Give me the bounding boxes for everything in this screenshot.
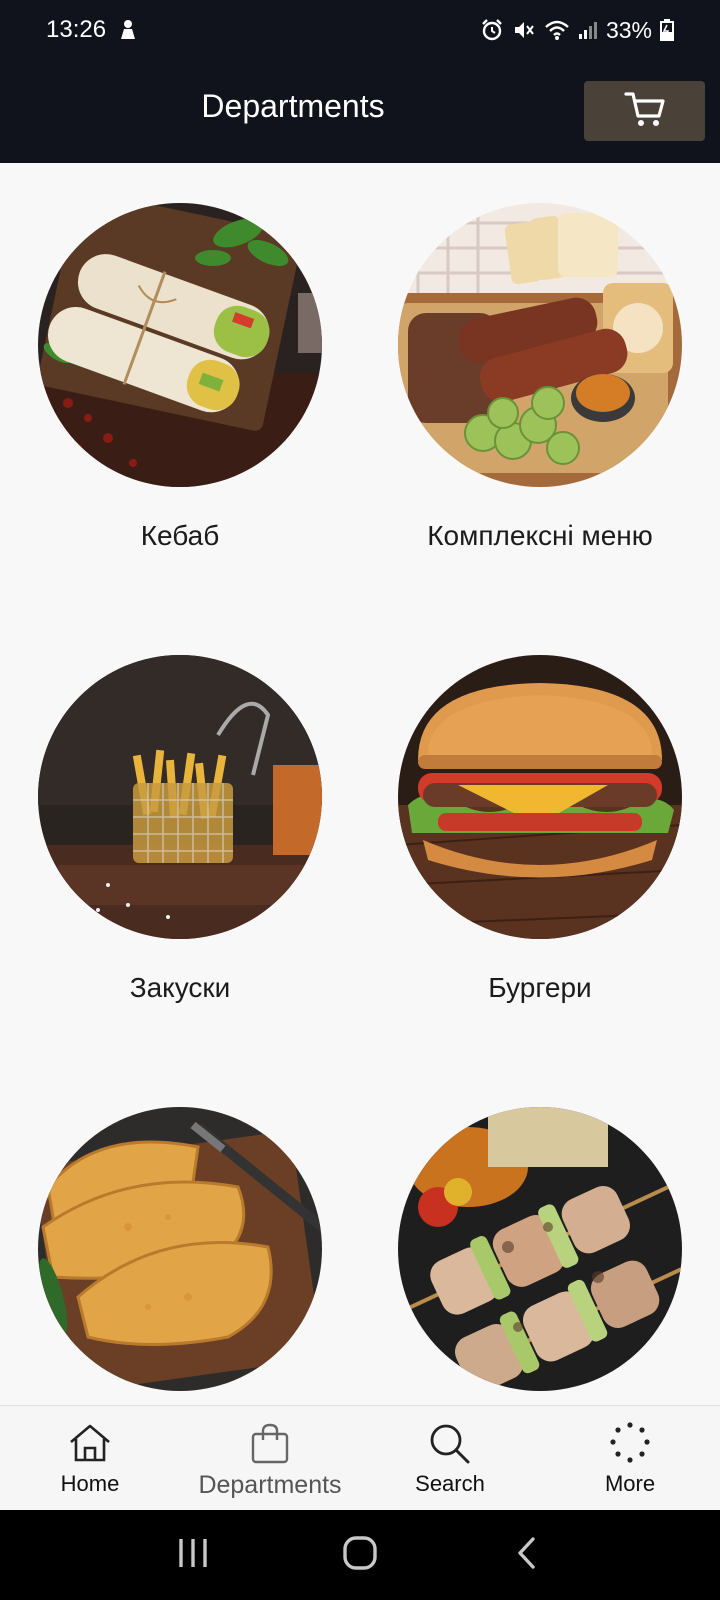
battery-icon [660, 19, 674, 41]
nav-label-home: Home [60, 1471, 120, 1496]
departments-grid: Кебаб Комплексні меню Закуски Бургери [0, 163, 720, 1405]
department-tile-complex-menu[interactable]: Комплексні меню [390, 203, 690, 603]
nav-item-home[interactable]: Home [0, 1406, 180, 1510]
alarm-icon [480, 18, 504, 42]
wifi-icon [544, 19, 570, 41]
nav-item-search[interactable]: Search [360, 1406, 540, 1510]
department-tile-snacks[interactable]: Закуски [30, 655, 330, 1055]
bottom-nav: Home Departments Search More [0, 1405, 720, 1510]
signal-icon [578, 20, 598, 40]
system-home-button[interactable] [330, 1525, 390, 1585]
burger-photo [398, 655, 682, 939]
more-dots-icon [607, 1422, 653, 1469]
home-icon [67, 1422, 113, 1469]
person-notification-icon [118, 19, 138, 41]
screen: 13:26 33% Departments Кебаб Комплексні м… [0, 0, 720, 1600]
home-circle-icon [342, 1535, 378, 1576]
clock: 13:26 [46, 16, 107, 43]
department-label: Бургери [488, 972, 592, 1003]
department-tile-5[interactable] [30, 1107, 330, 1405]
nav-item-departments[interactable]: Departments [180, 1406, 360, 1510]
cart-icon [623, 89, 667, 134]
system-nav-bar [0, 1510, 720, 1600]
status-bar: 13:26 33% [0, 0, 720, 60]
fries-basket-photo [38, 655, 322, 939]
status-right: 33% [480, 17, 674, 44]
status-left: 13:26 [46, 16, 138, 44]
cart-button[interactable] [584, 81, 705, 141]
mute-icon [512, 18, 536, 42]
nav-item-more[interactable]: More [540, 1406, 720, 1510]
department-tile-burgers[interactable]: Бургери [390, 655, 690, 1055]
chebureki-photo [38, 1107, 322, 1391]
department-label: Комплексні меню [427, 520, 653, 551]
shopping-bag-icon [250, 1422, 290, 1469]
shashlik-skewers-photo [398, 1107, 682, 1391]
recent-apps-button[interactable] [163, 1525, 223, 1585]
department-tile-kebab[interactable]: Кебаб [30, 203, 330, 603]
recent-apps-icon [176, 1537, 210, 1574]
nav-label-search: Search [415, 1471, 485, 1496]
department-label: Кебаб [140, 520, 220, 551]
department-tile-6[interactable] [390, 1107, 690, 1405]
nav-label-more: More [604, 1471, 656, 1496]
bbq-platter-photo [398, 203, 682, 487]
department-label: Закуски [129, 972, 231, 1003]
page-title: Departments [201, 88, 385, 124]
app-bar: Departments [0, 60, 720, 163]
battery-percent: 33% [605, 16, 652, 43]
system-back-button[interactable] [497, 1525, 557, 1585]
kebab-wraps-photo [38, 203, 322, 487]
back-icon [515, 1536, 539, 1575]
search-icon [427, 1422, 473, 1469]
nav-label-departments: Departments [198, 1471, 342, 1499]
